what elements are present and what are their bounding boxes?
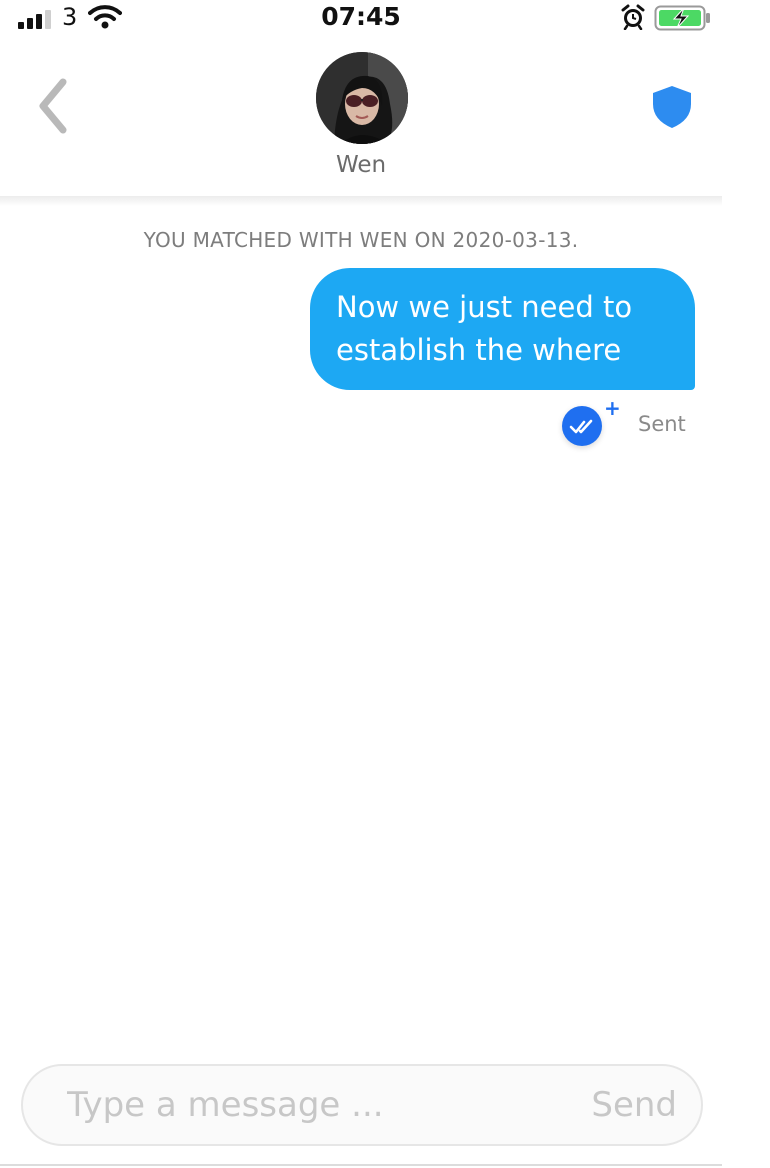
contact-name[interactable]: Wen bbox=[0, 152, 722, 178]
battery-charging-icon bbox=[654, 5, 712, 35]
message-input[interactable] bbox=[67, 1082, 527, 1128]
read-receipt-button[interactable]: + bbox=[562, 398, 621, 446]
safety-toolkit-button[interactable] bbox=[648, 82, 696, 132]
message-line: establish the where bbox=[336, 333, 622, 367]
status-time: 07:45 bbox=[321, 2, 401, 31]
plus-icon: + bbox=[604, 396, 621, 420]
outgoing-message-bubble[interactable]: Now we just need to establish the where bbox=[310, 268, 695, 390]
status-bar: 3 07:45 bbox=[0, 0, 722, 34]
match-notice: YOU MATCHED WITH WEN ON 2020-03-13. bbox=[143, 228, 579, 252]
message-composer: Send bbox=[21, 1064, 703, 1146]
double-check-icon bbox=[562, 406, 602, 446]
chat-header: Wen bbox=[0, 34, 722, 200]
back-button[interactable] bbox=[30, 76, 76, 136]
send-button[interactable]: Send bbox=[591, 1082, 677, 1128]
header-divider bbox=[0, 196, 722, 206]
message-line: Now we just need to bbox=[336, 290, 633, 324]
shield-icon bbox=[653, 86, 691, 128]
alarm-icon bbox=[620, 4, 646, 34]
chevron-left-icon bbox=[39, 78, 67, 134]
bottom-divider bbox=[0, 1164, 722, 1166]
avatar[interactable] bbox=[316, 52, 408, 144]
message-status: Sent bbox=[638, 412, 686, 436]
